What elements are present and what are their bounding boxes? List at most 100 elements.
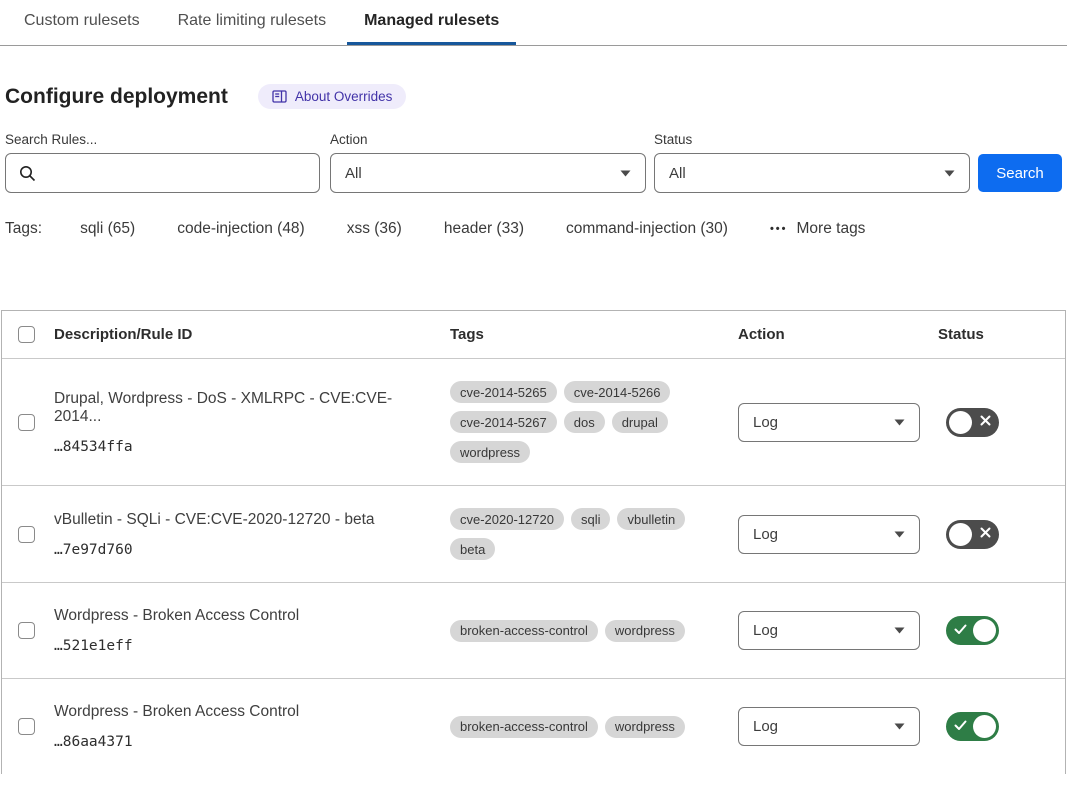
tab-bar: Custom rulesetsRate limiting rulesetsMan… bbox=[0, 0, 1067, 46]
status-toggle[interactable] bbox=[946, 616, 999, 645]
search-rules-input[interactable] bbox=[6, 154, 319, 192]
tag-filter-item[interactable]: header (33) bbox=[444, 220, 524, 238]
tab-managed-rulesets[interactable]: Managed rulesets bbox=[347, 0, 516, 45]
tag-pill: vbulletin bbox=[617, 508, 685, 530]
action-filter-label: Action bbox=[330, 132, 646, 147]
x-icon bbox=[980, 413, 991, 431]
more-tags-label: More tags bbox=[797, 220, 866, 238]
book-icon bbox=[272, 90, 287, 103]
tag-pill: cve-2014-5266 bbox=[564, 381, 671, 403]
row-checkbox[interactable] bbox=[18, 526, 35, 543]
toggle-knob bbox=[973, 715, 996, 738]
about-overrides-label: About Overrides bbox=[295, 89, 393, 104]
tag-filter-item[interactable]: xss (36) bbox=[347, 220, 402, 238]
row-checkbox[interactable] bbox=[18, 718, 35, 735]
status-toggle[interactable] bbox=[946, 520, 999, 549]
about-overrides-link[interactable]: About Overrides bbox=[258, 84, 407, 109]
table-row: vBulletin - SQLi - CVE:CVE-2020-12720 - … bbox=[2, 485, 1065, 582]
managed-rulesets-page: Custom rulesetsRate limiting rulesetsMan… bbox=[0, 0, 1067, 774]
rule-id: …84534ffa bbox=[54, 439, 450, 455]
table-row: Wordpress - Broken Access Control …86aa4… bbox=[2, 678, 1065, 774]
tag-filter-list: sqli (65) code-injection (48) xss (36) head… bbox=[80, 220, 770, 238]
status-filter-label: Status bbox=[654, 132, 970, 147]
action-filter-select[interactable]: All bbox=[330, 153, 646, 193]
check-icon bbox=[954, 622, 967, 640]
tag-pill: wordpress bbox=[605, 620, 685, 642]
rule-id: …86aa4371 bbox=[54, 734, 450, 750]
rules-table: Description/Rule IDTagsActionStatus Drup… bbox=[1, 310, 1066, 774]
search-button[interactable]: Search bbox=[978, 154, 1062, 192]
column-header-status: Status bbox=[938, 326, 1065, 343]
status-filter-value: All bbox=[669, 165, 686, 182]
tag-pill: cve-2014-5265 bbox=[450, 381, 557, 403]
action-value: Log bbox=[753, 622, 778, 639]
status-filter-select[interactable]: All bbox=[654, 153, 970, 193]
tags-bar-label: Tags: bbox=[5, 220, 42, 238]
tags-bar: Tags: sqli (65) code-injection (48) xss (3… bbox=[0, 220, 1067, 238]
tag-pill: wordpress bbox=[605, 716, 685, 738]
filters-row: Search Rules... Action All bbox=[0, 132, 1067, 193]
column-header-description-rule-id: Description/Rule ID bbox=[54, 326, 450, 343]
tag-pill: broken-access-control bbox=[450, 716, 598, 738]
action-select[interactable]: Log bbox=[738, 403, 920, 442]
chevron-down-icon bbox=[894, 627, 905, 634]
tag-filter-item[interactable]: command-injection (30) bbox=[566, 220, 728, 238]
rule-tags: broken-access-control wordpress bbox=[450, 716, 700, 738]
tab-rate-limiting-rulesets[interactable]: Rate limiting rulesets bbox=[161, 0, 344, 45]
action-value: Log bbox=[753, 526, 778, 543]
search-rules-label: Search Rules... bbox=[5, 132, 320, 147]
action-filter-value: All bbox=[345, 165, 362, 182]
x-icon bbox=[980, 525, 991, 543]
action-value: Log bbox=[753, 414, 778, 431]
tag-pill: wordpress bbox=[450, 441, 530, 463]
tag-filter-item[interactable]: code-injection (48) bbox=[177, 220, 305, 238]
rule-tags: broken-access-control wordpress bbox=[450, 620, 700, 642]
select-all-checkbox[interactable] bbox=[18, 326, 35, 343]
search-box bbox=[5, 153, 320, 193]
tag-filter-item[interactable]: sqli (65) bbox=[80, 220, 135, 238]
rule-tags: cve-2020-12720 sqli vbulletin beta bbox=[450, 508, 700, 560]
heading-row: Configure deployment About Overrides bbox=[5, 84, 1067, 109]
page-title: Configure deployment bbox=[5, 85, 228, 109]
rule-description: Wordpress - Broken Access Control bbox=[54, 607, 450, 625]
action-value: Log bbox=[753, 718, 778, 735]
tag-pill: dos bbox=[564, 411, 605, 433]
tag-pill: sqli bbox=[571, 508, 611, 530]
tag-pill: cve-2020-12720 bbox=[450, 508, 564, 530]
more-tags-button[interactable]: ••• More tags bbox=[770, 220, 865, 238]
row-checkbox[interactable] bbox=[18, 622, 35, 639]
table-header-row: Description/Rule IDTagsActionStatus bbox=[2, 311, 1065, 359]
rule-id: …521e1eff bbox=[54, 638, 450, 654]
check-icon bbox=[954, 718, 967, 736]
tag-pill: beta bbox=[450, 538, 495, 560]
action-select[interactable]: Log bbox=[738, 611, 920, 650]
rule-description: Drupal, Wordpress - DoS - XMLRPC - CVE:C… bbox=[54, 390, 450, 426]
status-toggle[interactable] bbox=[946, 408, 999, 437]
rule-id: …7e97d760 bbox=[54, 542, 450, 558]
rule-description: Wordpress - Broken Access Control bbox=[54, 703, 450, 721]
action-select[interactable]: Log bbox=[738, 515, 920, 554]
status-toggle[interactable] bbox=[946, 712, 999, 741]
tag-pill: broken-access-control bbox=[450, 620, 598, 642]
table-body: Drupal, Wordpress - DoS - XMLRPC - CVE:C… bbox=[2, 359, 1065, 774]
tag-pill: cve-2014-5267 bbox=[450, 411, 557, 433]
table-row: Drupal, Wordpress - DoS - XMLRPC - CVE:C… bbox=[2, 359, 1065, 485]
chevron-down-icon bbox=[944, 170, 955, 177]
more-dots-icon: ••• bbox=[770, 223, 788, 235]
chevron-down-icon bbox=[894, 531, 905, 538]
rule-description: vBulletin - SQLi - CVE:CVE-2020-12720 - … bbox=[54, 511, 450, 529]
column-header-tags: Tags bbox=[450, 326, 738, 343]
action-select[interactable]: Log bbox=[738, 707, 920, 746]
table-row: Wordpress - Broken Access Control …521e1… bbox=[2, 582, 1065, 678]
chevron-down-icon bbox=[894, 723, 905, 730]
toggle-knob bbox=[949, 411, 972, 434]
column-header-action: Action bbox=[738, 326, 938, 343]
tag-pill: drupal bbox=[612, 411, 668, 433]
toggle-knob bbox=[949, 523, 972, 546]
search-icon bbox=[19, 165, 36, 187]
row-checkbox[interactable] bbox=[18, 414, 35, 431]
chevron-down-icon bbox=[894, 419, 905, 426]
toggle-knob bbox=[973, 619, 996, 642]
tab-custom-rulesets[interactable]: Custom rulesets bbox=[7, 0, 157, 45]
chevron-down-icon bbox=[620, 170, 631, 177]
